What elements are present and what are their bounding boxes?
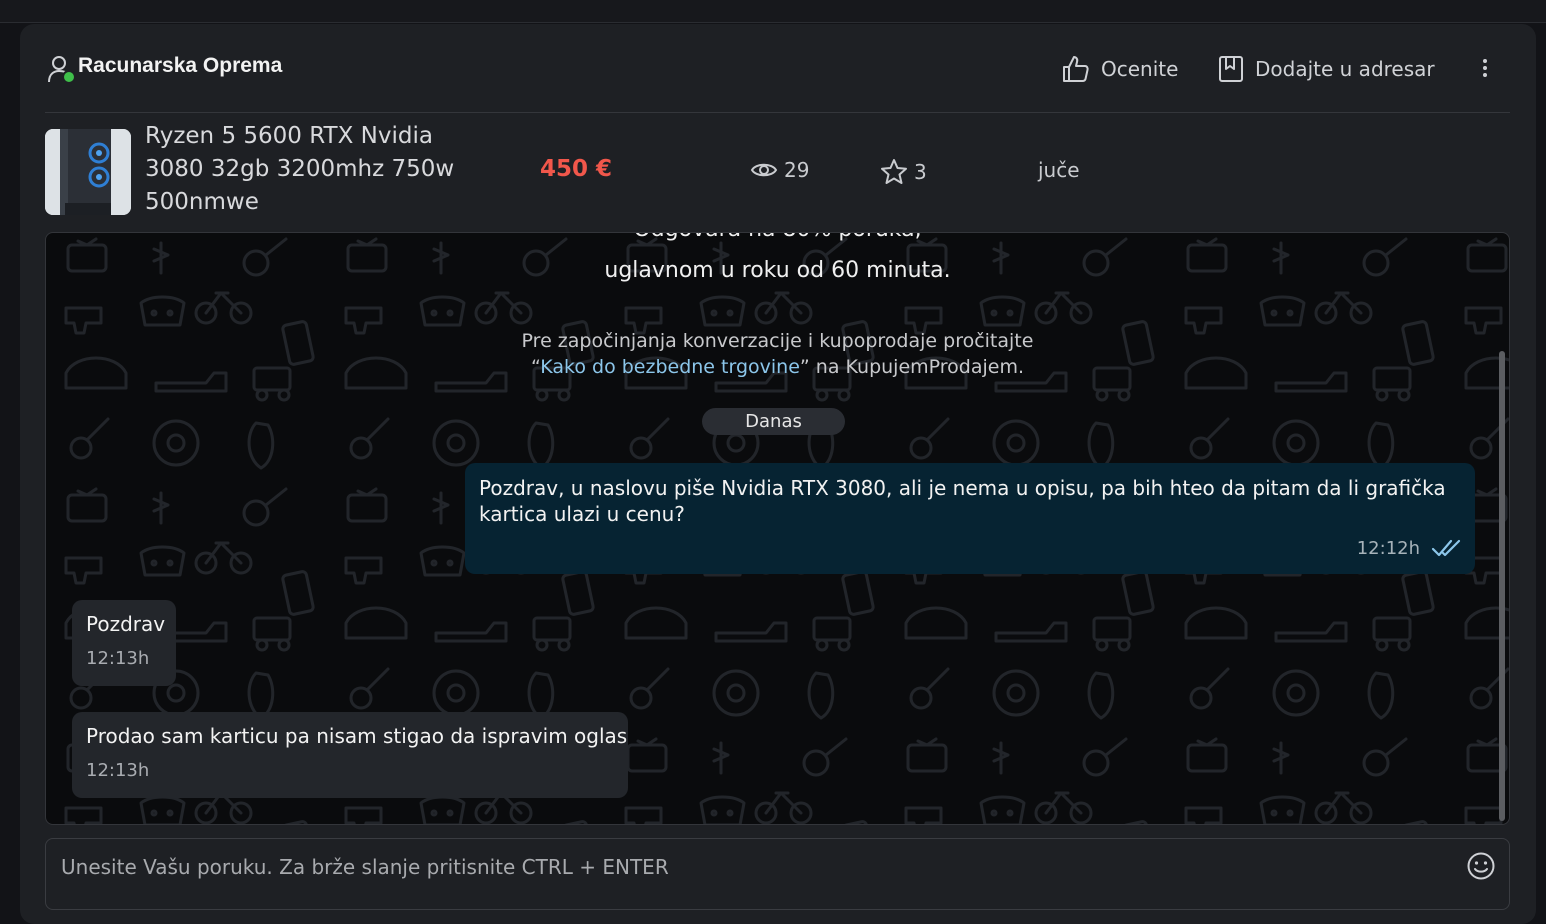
conversation-header: Racunarska Oprema Ocenite Dodajte u adre… xyxy=(45,24,1510,113)
listing-date: juče xyxy=(1038,158,1080,182)
safe-trading-link[interactable]: Kako do bezbedne trgovine xyxy=(540,356,800,378)
message-text: Pozdrav, u naslovu piše Nvidia RTX 3080,… xyxy=(479,476,1446,526)
rate-label: Ocenite xyxy=(1101,57,1179,81)
safety-notice: Pre započinjanja konverzacije i kupoprod… xyxy=(46,328,1509,380)
outgoing-message[interactable]: Pozdrav, u naslovu piše Nvidia RTX 3080,… xyxy=(465,463,1475,574)
rate-button[interactable]: Ocenite xyxy=(1061,54,1178,84)
message-time: 12:13h xyxy=(86,648,150,669)
views-count: 29 xyxy=(750,158,809,182)
incoming-message[interactable]: Prodao sam karticu pa nisam stigao da is… xyxy=(72,712,628,798)
message-time: 12:13h xyxy=(86,760,150,781)
smiley-icon[interactable] xyxy=(1466,851,1496,881)
response-time-text: uglavnom u roku od 60 minuta. xyxy=(604,258,951,283)
listing-thumbnail[interactable] xyxy=(45,129,131,215)
chat-messages-area[interactable]: Odgovara na 80% poruka, uglavnom u roku … xyxy=(45,232,1510,825)
safety-notice-suffix: na KupujemProdajem. xyxy=(809,356,1025,378)
conversation-panel: Racunarska Oprema Ocenite Dodajte u adre… xyxy=(20,24,1536,924)
message-text: Pozdrav xyxy=(86,612,166,636)
day-separator: Danas xyxy=(702,408,845,435)
quote-close: ” xyxy=(799,356,810,378)
response-rate-text: Odgovara na 80% poruka, xyxy=(46,233,1509,242)
eye-icon xyxy=(750,163,778,177)
address-book-label: Dodajte u adresar xyxy=(1255,57,1435,81)
thumbs-up-icon xyxy=(1063,56,1089,82)
views-value: 29 xyxy=(784,158,810,182)
listing-price: 450 € xyxy=(540,156,613,182)
safety-notice-line: Pre započinjanja konverzacije i kupoprod… xyxy=(521,330,1034,352)
favorites-value: 3 xyxy=(914,160,927,184)
quote-open: “ xyxy=(530,356,541,378)
star-icon xyxy=(881,159,907,184)
message-text: Prodao sam karticu pa nisam stigao da is… xyxy=(86,724,628,748)
favorites-count: 3 xyxy=(880,158,927,186)
listing-title[interactable]: Ryzen 5 5600 RTX Nvidia 3080 32gb 3200mh… xyxy=(145,120,475,219)
chat-scrollbar[interactable] xyxy=(1499,351,1505,821)
bookmark-icon xyxy=(1219,56,1243,82)
pc-case-image xyxy=(45,129,131,215)
double-check-icon xyxy=(1431,539,1461,557)
online-status-dot xyxy=(62,70,76,84)
top-bar xyxy=(0,0,1546,23)
add-to-address-book-button[interactable]: Dodajte u adresar xyxy=(1217,54,1435,84)
message-composer xyxy=(45,838,1510,910)
safety-notice-link-line: “Kako do bezbedne trgovine” na KupujemPr… xyxy=(46,354,1509,380)
message-input[interactable] xyxy=(59,851,1443,883)
incoming-message[interactable]: Pozdrav 12:13h xyxy=(72,600,176,686)
more-options-icon[interactable] xyxy=(1475,56,1495,82)
seller-name[interactable]: Racunarska Oprema xyxy=(78,54,282,78)
message-time: 12:12h xyxy=(1356,538,1420,559)
